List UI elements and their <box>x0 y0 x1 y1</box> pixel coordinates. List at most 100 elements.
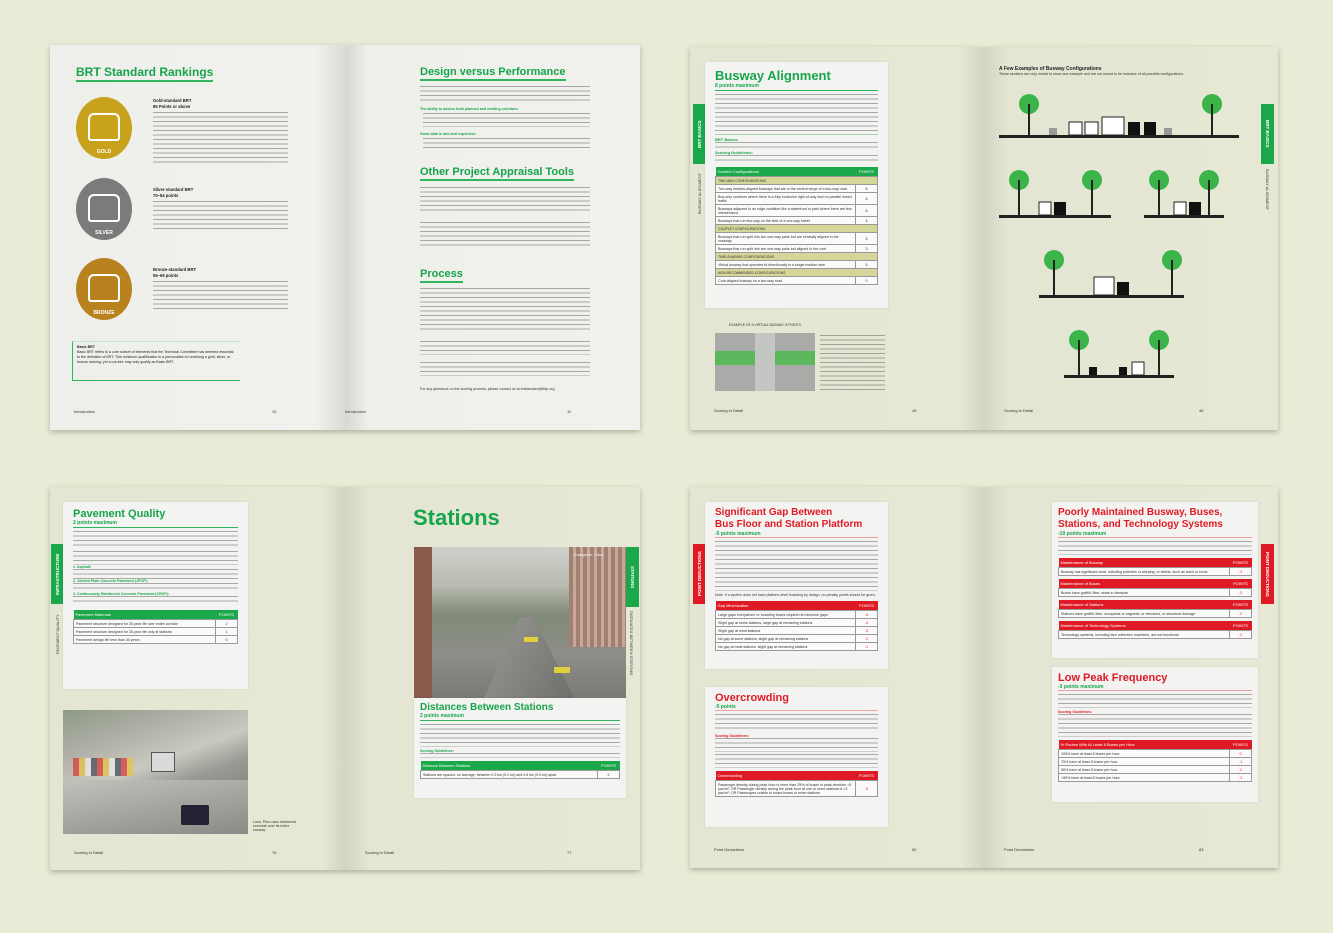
section-subtitle: 2 points maximum <box>73 520 238 528</box>
row-points: -1 <box>1229 757 1252 766</box>
section-title: Design versus Performance <box>420 66 566 81</box>
bullet-2: Good data is rare and expensive: <box>420 132 477 136</box>
overcrowding-table: Overcrowding POINTS Passenger density dur… <box>715 771 878 797</box>
row-points: 3 <box>855 244 878 253</box>
busway-alignment-panel: Busway Alignment 8 points maximum BRT Ba… <box>705 62 888 308</box>
table-row: Stations are spaced, on average, between… <box>420 770 620 779</box>
table-header: Pavement Materials <box>75 612 111 617</box>
points-header: POINTS <box>859 603 874 608</box>
table-section: NON-RECOMMENDED CONFIGURATIONS <box>715 268 878 277</box>
table-header: Corridor Configurations <box>717 169 759 174</box>
section-subtitle: 8 points maximum <box>715 83 878 91</box>
contact-text: For any questions on the scoring process… <box>420 387 555 391</box>
page-46: A Few Examples of Busway Configurations … <box>984 47 1278 430</box>
basic-brt-text: Basic BRT refers to a core subset of ele… <box>77 350 234 364</box>
photo-caption: Guangzhou, China <box>574 553 604 557</box>
table-row: Buses have graffiti, litter, seats in di… <box>1058 588 1252 597</box>
bus-icon <box>88 194 120 222</box>
maintenance-buses-table: Maintenance of Buses POINTS Buses have gra… <box>1058 579 1252 597</box>
point-deductions-tab[interactable]: POINT DEDUCTIONS <box>1261 544 1274 604</box>
spread-busway-alignment: BRT BASICS BUSWAY ALIGNMENT Busway Align… <box>690 47 1278 430</box>
bus-icon <box>88 113 120 141</box>
footer-label: Scoring in Detail <box>365 850 395 855</box>
row-points: -3 <box>1229 567 1252 576</box>
table-row: Two-way median-aligned busways that are … <box>715 184 878 193</box>
cross-section-1 <box>999 94 1239 138</box>
medal-heading: Bronze-standard BRT <box>153 267 197 272</box>
row-text: Slight gap at most stations <box>715 626 856 635</box>
table-row: Slight gap at some stations, large gap a… <box>715 618 878 627</box>
page-number: 76 <box>272 850 277 855</box>
gold-medal: GOLD <box>76 97 132 159</box>
row-points: -4 <box>855 618 878 627</box>
pavement-materials-table: Pavement Materials POINTS Pavement struct… <box>73 610 238 644</box>
row-text: <50% have at least 8 buses per hour <box>1058 773 1230 782</box>
table-row: Bus-only corridors where there is a full… <box>715 192 878 205</box>
section-subtitle: -10 points maximum <box>1058 531 1252 538</box>
page-number: 45 <box>912 408 917 413</box>
points-header: POINTS <box>1233 742 1248 747</box>
footer-label: Scoring in Detail <box>1004 408 1034 413</box>
row-points: 8 <box>855 204 878 217</box>
table-section: TIME-SHARING CONFIGURATIONS <box>715 252 878 261</box>
section-subtitle: 2 points maximum <box>420 713 620 721</box>
table-header: Maintenance of Busway <box>1060 560 1103 565</box>
note-text: Note: If a system does not have platform… <box>715 593 876 597</box>
brt-basics-tab[interactable]: BRT BASICS <box>1261 104 1274 164</box>
page-11: Design versus Performance The ability to… <box>345 45 640 430</box>
page-10: BRT Standard Rankings GOLD Gold-standard… <box>50 45 345 430</box>
busway-cross-sections <box>999 94 1239 378</box>
row-points: 0 <box>1229 749 1252 758</box>
page-number: 82 <box>912 847 917 852</box>
guangzhou-brt-photo: Guangzhou, China <box>414 547 626 698</box>
bronze-medal: BRONZE <box>76 258 132 320</box>
row-text: Large gaps everywhere or boarding buses … <box>715 610 856 619</box>
table-row: 100% have at least 8 buses per hour 0 <box>1058 749 1252 758</box>
row-text: Stations are spaced, on average, between… <box>420 770 598 779</box>
page-number: 46 <box>1199 408 1204 413</box>
row-points: -2 <box>855 634 878 643</box>
spread-point-deductions: POINT DEDUCTIONS Significant Gap Between… <box>690 487 1278 868</box>
table-row: No gap at most stations, slight gap at r… <box>715 642 878 651</box>
table-header: Distance Between Stations <box>422 763 471 768</box>
table-row: <50% have at least 8 buses per hour -3 <box>1058 773 1252 782</box>
row-text: Curb-aligned busway on a two-way road <box>715 276 856 285</box>
page-77: Stations Guangzhou, China STATIONS DISTA… <box>345 487 640 870</box>
row-points: 0 <box>215 635 238 644</box>
low-peak-frequency-panel: Low Peak Frequency -3 points maximum Sco… <box>1052 667 1258 802</box>
stations-tab[interactable]: STATIONS <box>626 547 639 607</box>
silver-medal: SILVER <box>76 178 132 240</box>
gold-description: Gold-standard BRT 85 Points or above <box>153 98 288 164</box>
section-title: Distances Between Stations <box>420 702 554 713</box>
row-points: -2 <box>1229 630 1252 639</box>
brt-basics-label: BRT Basics: <box>715 134 878 142</box>
section-title: Bus Floor and Station Platform <box>715 519 863 530</box>
row-points: 2 <box>597 770 620 779</box>
table-row: Pavement structure designed for 30-year … <box>73 627 238 636</box>
page-number: 10 <box>272 409 277 414</box>
overcrowding-panel: Overcrowding -5 points Scoring Guideline… <box>705 687 888 827</box>
row-text: Pavement structure designed for 30-year … <box>73 619 216 628</box>
gap-panel: Significant Gap Between Bus Floor and St… <box>705 502 888 669</box>
points-header: POINTS <box>1233 560 1248 565</box>
diagram-title: EXAMPLE OF A VIRTUAL BUSWAY: 8 POINTS <box>729 323 801 327</box>
footer-label: Introduction <box>74 409 95 414</box>
section-title: Process <box>420 268 463 283</box>
table-row: No gap at some stations, slight gap at r… <box>715 634 878 643</box>
points-header: POINTS <box>1233 581 1248 586</box>
section-title: Stations, and Technology Systems <box>1058 519 1223 530</box>
row-points: 0 <box>855 276 878 285</box>
table-row: Busways that run split into two one-way … <box>715 232 878 245</box>
lima-busway-photo <box>63 710 248 834</box>
table-row: Busways adjacent to an edge condition li… <box>715 204 878 217</box>
medal-heading: Gold-standard BRT <box>153 98 192 103</box>
footer-label: Scoring in Detail <box>714 408 744 413</box>
table-row: Large gaps everywhere or boarding buses … <box>715 610 878 619</box>
row-text: Buses have graffiti, litter, seats in di… <box>1058 588 1230 597</box>
table-header: Overcrowding <box>717 773 743 778</box>
table-row: Technology systems, including fare colle… <box>1058 630 1252 639</box>
basic-brt-title: Basic BRT <box>77 345 95 349</box>
page-76: INFRASTRUCTURE PAVEMENT QUALITY Pavement… <box>50 487 345 870</box>
points-header: POINTS <box>1233 602 1248 607</box>
row-points: 5 <box>855 260 878 269</box>
